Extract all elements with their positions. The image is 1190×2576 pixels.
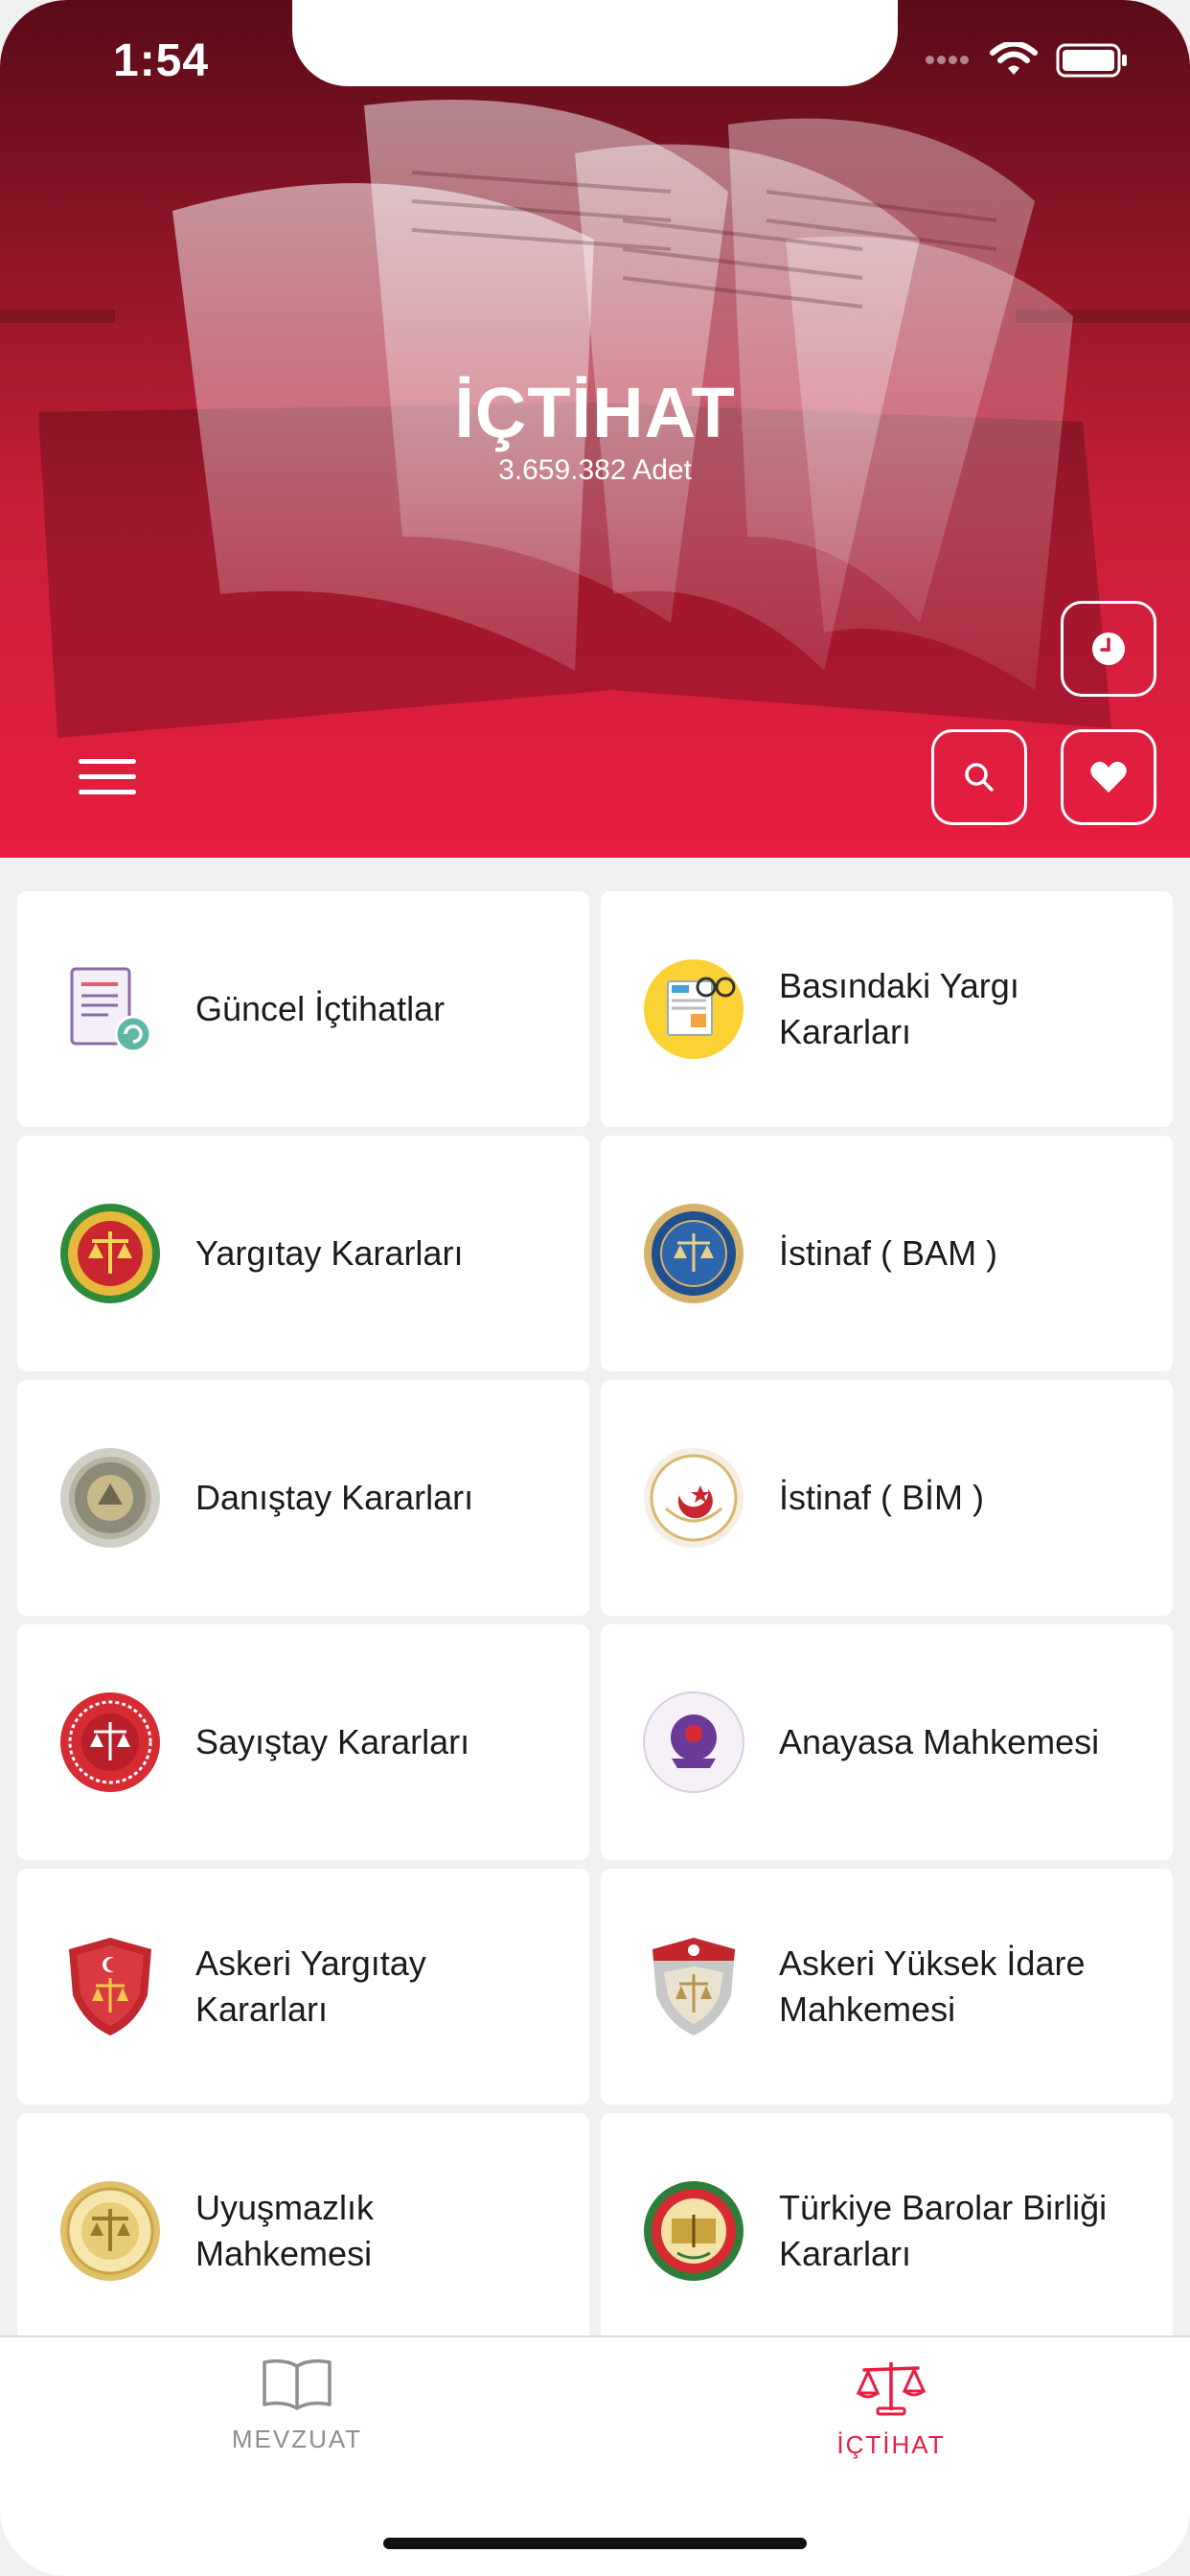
yargitay-seal-icon: [60, 1204, 160, 1303]
tab-mevzuat[interactable]: MEVZUAT: [153, 2357, 441, 2454]
category-askeri-yargitay-kararlari[interactable]: Askeri Yargıtay Kararları: [17, 1869, 589, 2104]
status-time: 1:54: [113, 35, 210, 86]
status-indicators: [926, 42, 1129, 79]
category-label: Sayıştay Kararları: [195, 1722, 470, 1761]
heart-icon: [1090, 761, 1127, 793]
category-yargitay-kararlari[interactable]: Yargıtay Kararları: [17, 1136, 589, 1371]
category-label: Güncel İçtihatlar: [195, 989, 446, 1028]
category-basindaki-yargi-kararlari[interactable]: Basındaki Yargı Kararları: [601, 891, 1173, 1127]
category-askeri-yuksek-idare-mahkemesi[interactable]: Askeri Yüksek İdare Mahkemesi: [601, 1869, 1173, 2104]
category-istinaf-bim[interactable]: İstinaf ( BİM ): [601, 1380, 1173, 1616]
tab-label: MEVZUAT: [231, 2425, 363, 2453]
category-turkiye-barolar-birligi-kararlari[interactable]: Türkiye Barolar Birliği Kararları: [601, 2113, 1173, 2349]
category-label: Askeri Yargıtay Kararları: [195, 1944, 426, 2029]
tab-label: İÇTİHAT: [836, 2430, 946, 2459]
category-label: Yargıtay Kararları: [195, 1233, 464, 1273]
sayistay-seal-icon: [60, 1692, 160, 1792]
book-icon: [263, 2358, 332, 2410]
askeri-yargitay-shield-icon: [69, 1938, 151, 2036]
wifi-icon: [990, 42, 1038, 75]
category-label: İstinaf ( BİM ): [779, 1478, 985, 1517]
barolar-birligi-seal-icon: [644, 2181, 744, 2281]
category-label: Uyuşmazlık Mahkemesi: [195, 2188, 375, 2273]
danistay-seal-icon: [60, 1448, 160, 1548]
history-button[interactable]: [1061, 601, 1156, 697]
category-label: Türkiye Barolar Birliği Kararları: [779, 2188, 1108, 2273]
decision-count: 3.659.382 Adet: [498, 454, 692, 486]
uyusmazlik-seal-icon: [60, 2181, 160, 2281]
page-title: İÇTİHAT: [454, 373, 736, 452]
category-label: Danıştay Kararları: [195, 1478, 474, 1517]
bam-seal-icon: [644, 1204, 744, 1303]
category-istinaf-bam[interactable]: İstinaf ( BAM ): [601, 1136, 1173, 1371]
category-guncel-ictihatlar[interactable]: Güncel İçtihatlar: [17, 891, 589, 1127]
search-icon: [965, 763, 994, 792]
battery-icon: [1056, 43, 1127, 78]
hamburger-icon: [79, 759, 136, 764]
category-label: Askeri Yüksek İdare Mahkemesi: [779, 1944, 1086, 2029]
category-anayasa-mahkemesi[interactable]: Anayasa Mahkemesi: [601, 1624, 1173, 1860]
category-label: Basındaki Yargı Kararları: [779, 966, 1019, 1051]
scales-icon: [856, 2362, 927, 2416]
category-label: Anayasa Mahkemesi: [779, 1722, 1100, 1761]
tab-ictihat[interactable]: İÇTİHAT: [747, 2357, 1035, 2460]
category-label: İstinaf ( BAM ): [779, 1233, 998, 1273]
cellular-signal-icon: [926, 52, 972, 69]
clock-icon: [1092, 632, 1125, 665]
category-danistay-kararlari[interactable]: Danıştay Kararları: [17, 1380, 589, 1616]
askeri-idare-shield-icon: [652, 1938, 735, 2036]
search-button[interactable]: [931, 729, 1027, 825]
home-indicator[interactable]: [383, 2538, 807, 2549]
menu-button[interactable]: [79, 759, 136, 797]
category-sayistay-kararlari[interactable]: Sayıştay Kararları: [17, 1624, 589, 1860]
document-refresh-icon: [70, 967, 152, 1053]
app-screen: 1:54 İÇTİHAT 3.659.382 Adet Güncel İçtih…: [0, 0, 1190, 2576]
favorites-button[interactable]: [1061, 729, 1156, 825]
device-notch: [292, 0, 898, 86]
bim-seal-icon: [644, 1448, 744, 1548]
category-uyusmazlik-mahkemesi[interactable]: Uyuşmazlık Mahkemesi: [17, 2113, 589, 2349]
header-banner: 1:54 İÇTİHAT 3.659.382 Adet: [0, 0, 1190, 858]
anayasa-seal-icon: [643, 1691, 744, 1793]
newspaper-icon: [644, 959, 744, 1059]
